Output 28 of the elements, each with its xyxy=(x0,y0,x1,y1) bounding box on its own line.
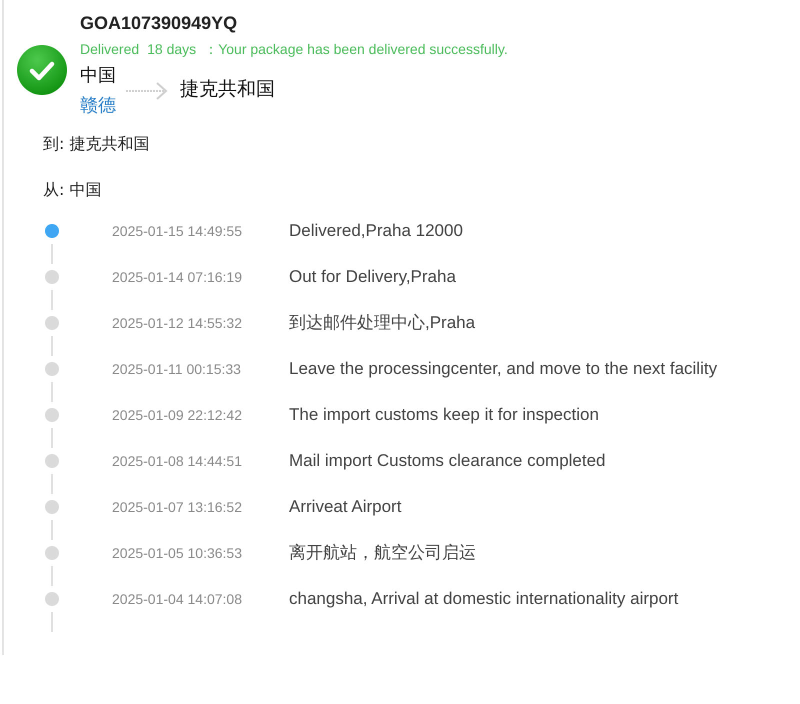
origin-country: 中国 xyxy=(80,64,116,88)
carrier-link[interactable]: 赣德 xyxy=(80,91,116,121)
event-description: changsha, Arrival at domestic internationality airport xyxy=(289,588,678,610)
arrow-icon xyxy=(126,80,170,102)
to-text: 到: 捷克共和国 xyxy=(43,133,150,155)
event-time: 2025-01-14 07:16:19 xyxy=(112,268,243,287)
event-time: 2025-01-07 13:16:52 xyxy=(112,498,243,517)
event-description: The import customs keep it for inspection xyxy=(289,404,599,426)
event-description: Leave the processingcenter, and move to the next facility xyxy=(289,358,718,380)
event-description: Arriveat Airport xyxy=(289,496,402,518)
event-time: 2025-01-04 14:07:08 xyxy=(112,590,243,609)
event-time: 2025-01-08 14:44:51 xyxy=(112,452,243,471)
from-text: 从: 中国 xyxy=(43,179,102,201)
event-time: 2025-01-09 22:12:42 xyxy=(112,406,243,425)
event-description: Mail import Customs clearance completed xyxy=(289,450,606,472)
event-time: 2025-01-12 14:55:32 xyxy=(112,314,243,333)
event-time: 2025-01-11 00:15:33 xyxy=(112,360,242,379)
event-description: 到达邮件处理中心,Praha xyxy=(289,312,476,334)
status-message: ：Your package has been delivered successfully. xyxy=(204,41,508,59)
event-description: Delivered,Praha 12000 xyxy=(289,220,463,242)
event-time: 2025-01-05 10:36:53 xyxy=(112,544,243,563)
status-text: Delivered xyxy=(80,41,140,59)
tracking-number: GOA107390949YQ xyxy=(80,13,238,35)
destination-country: 捷克共和国 xyxy=(180,77,275,102)
duration-text: 18 days xyxy=(147,41,196,59)
event-description: Out for Delivery,Praha xyxy=(289,266,456,288)
event-description: 离开航站，航空公司启运 xyxy=(289,542,476,564)
event-time: 2025-01-15 14:49:55 xyxy=(112,222,243,241)
